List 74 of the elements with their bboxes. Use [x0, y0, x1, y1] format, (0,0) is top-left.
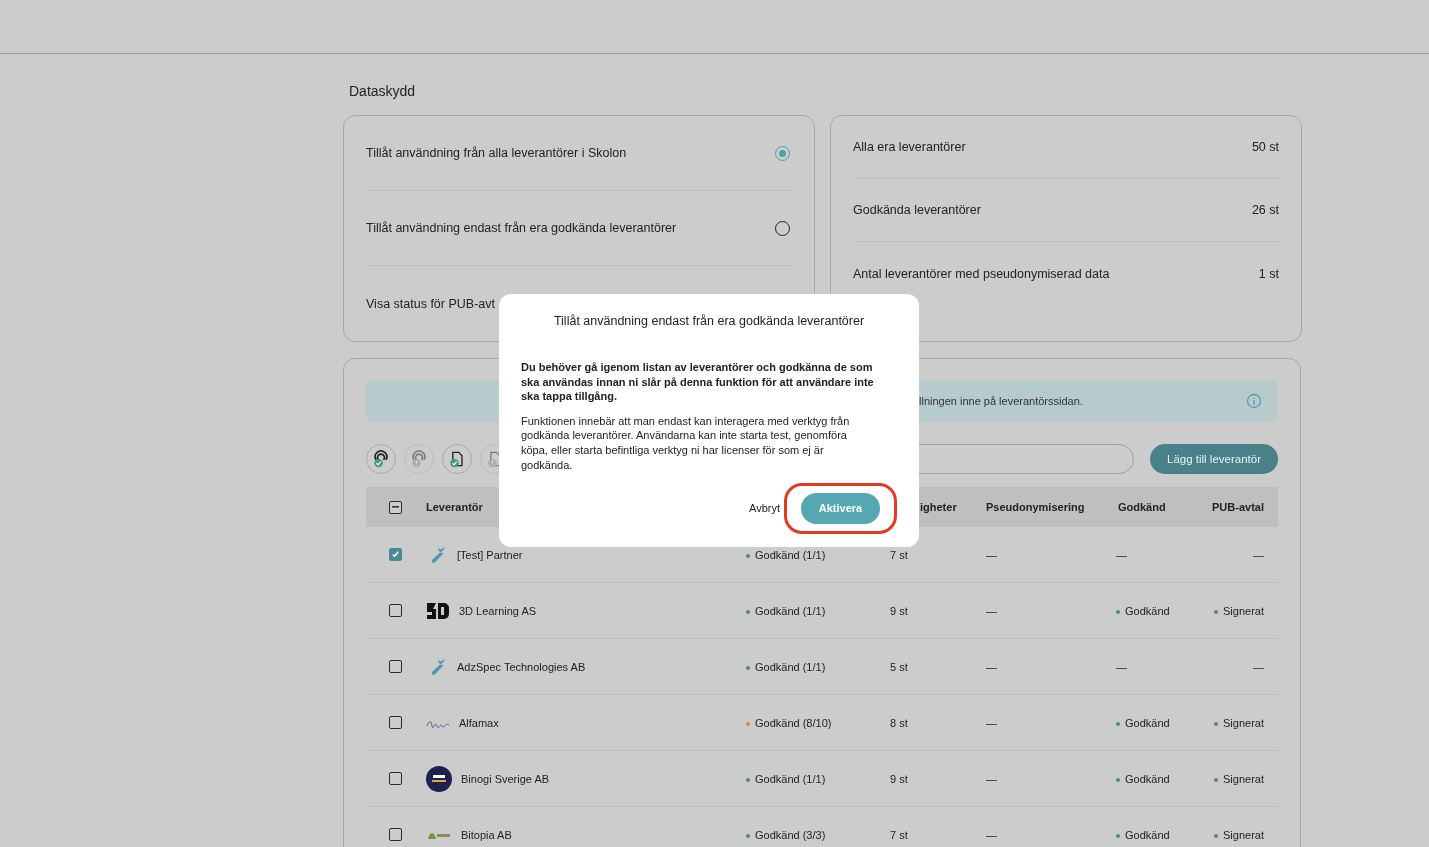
- status-text: Signerat: [1203, 772, 1279, 785]
- status-text: —: [1115, 548, 1128, 561]
- status-text: Godkänd: [1111, 604, 1203, 617]
- status-text: —: [1115, 660, 1128, 673]
- pseudonymisation-text: —: [985, 660, 998, 673]
- count-text: 5 st: [889, 660, 909, 673]
- status-text: Godkänd: [1111, 828, 1203, 841]
- count-text: 8 st: [889, 716, 909, 729]
- status-text: Godkänd (8/10): [741, 716, 881, 729]
- supplier-name: 3D Learning AS: [459, 604, 537, 617]
- section-title: Dataskydd: [348, 82, 417, 101]
- column-header[interactable]: PUB-avtal: [1203, 501, 1279, 513]
- supplier-name: AdzSpec Technologies AB: [457, 660, 586, 673]
- status-text: —: [1252, 548, 1265, 561]
- status-text: Godkänd (1/1): [741, 604, 881, 617]
- filter-button[interactable]: [366, 444, 396, 474]
- cancel-button[interactable]: Avbryt: [749, 502, 780, 515]
- stat-label: Godkända leverantörer: [853, 203, 981, 217]
- count-text: 9 st: [889, 604, 909, 617]
- option-label: Tillåt användning endast från era godkända leverantörer: [366, 221, 677, 235]
- headset-icon: [409, 449, 429, 469]
- stat-label: Alla era leverantörer: [853, 140, 966, 154]
- count-text: 7 st: [889, 828, 909, 841]
- status-text: —: [1252, 660, 1265, 673]
- status-text: Godkänd (1/1): [741, 548, 881, 561]
- column-header[interactable]: Pseudonymisering: [981, 501, 1111, 513]
- select-all-checkbox[interactable]: [389, 500, 402, 514]
- table-row[interactable]: Alfamax Godkänd (8/10) 8 st — Godkänd Signerat: [366, 695, 1278, 751]
- option-label: Tillåt användning från alla leverantörer i Skolon: [366, 146, 627, 160]
- status-text: Godkänd (1/1): [741, 660, 881, 673]
- dialog-title: Tillåt användning endast från era godkända leverantörer: [552, 314, 866, 328]
- stat-value: 26 st: [1251, 203, 1279, 217]
- pseudonymisation-text: —: [985, 828, 998, 841]
- supplier-name: Bitopia AB: [461, 828, 512, 841]
- row-checkbox[interactable]: [389, 548, 402, 561]
- status-text: Godkänd (3/3): [741, 828, 881, 841]
- status-text: Signerat: [1203, 828, 1279, 841]
- check-icon: [391, 550, 400, 559]
- table-row[interactable]: Bitopia AB Godkänd (3/3) 7 st — Godkänd Signerat: [366, 807, 1278, 847]
- headset-icon: [371, 449, 391, 469]
- minus-icon: [392, 506, 399, 508]
- status-text: Godkänd: [1111, 772, 1203, 785]
- status-text: Godkänd: [1111, 716, 1203, 729]
- stat-label: Antal leverantörer med pseudonymiserad data: [853, 266, 1110, 281]
- pseudonymisation-text: —: [985, 548, 998, 561]
- status-text: Signerat: [1203, 604, 1279, 617]
- supplier-name: [Test] Partner: [457, 548, 523, 561]
- logo-icon: [426, 765, 452, 792]
- add-supplier-button[interactable]: Lägg till leverantör: [1150, 444, 1278, 474]
- row-checkbox[interactable]: [389, 772, 402, 785]
- option-label: Visa status för PUB-avt: [366, 296, 495, 311]
- column-header[interactable]: Godkänd: [1111, 501, 1203, 513]
- pseudonymisation-text: —: [985, 716, 998, 729]
- table-row[interactable]: Binogi Sverige AB Godkänd (1/1) 9 st — Godkänd Signerat: [366, 751, 1278, 807]
- row-checkbox[interactable]: [389, 660, 402, 673]
- dialog-text: Funktionen innebär att man endast kan interagera med verktyg från godkända leverantörer. Användarna kan inte starta test, genomföra köpa, eller starta befintliga verktyg ni har licenser för som ej är godkända.: [521, 413, 851, 473]
- count-text: 7 st: [889, 548, 909, 561]
- supplier-name: Alfamax: [459, 716, 499, 729]
- stat-value: 1 st: [1258, 266, 1279, 281]
- filter-button[interactable]: [442, 444, 472, 474]
- warning-text: Du behöver gå igenom listan av leverantörer och godkänna de som ska användas innan ni slår på denna funktion för att användare inte ska tappa tillgång.: [521, 360, 875, 404]
- pseudonymisation-text: —: [985, 604, 998, 617]
- table-row[interactable]: 3D Learning AS Godkänd (1/1) 9 st — Godkänd Signerat: [366, 583, 1278, 639]
- row-checkbox[interactable]: [389, 716, 402, 729]
- banner-text: llningen inne på leverantörssidan.: [919, 395, 1083, 407]
- pseudonymisation-text: —: [985, 772, 998, 785]
- table-row[interactable]: AdzSpec Technologies AB Godkänd (1/1) 5 st — — —: [366, 639, 1278, 695]
- stat-value: 50 st: [1251, 140, 1279, 154]
- status-text: Signerat: [1203, 716, 1279, 729]
- status-text: Godkänd (1/1): [741, 772, 881, 785]
- row-checkbox[interactable]: [389, 828, 402, 841]
- row-checkbox[interactable]: [389, 604, 402, 617]
- count-text: 9 st: [889, 772, 909, 785]
- supplier-name: Binogi Sverige AB: [461, 772, 550, 785]
